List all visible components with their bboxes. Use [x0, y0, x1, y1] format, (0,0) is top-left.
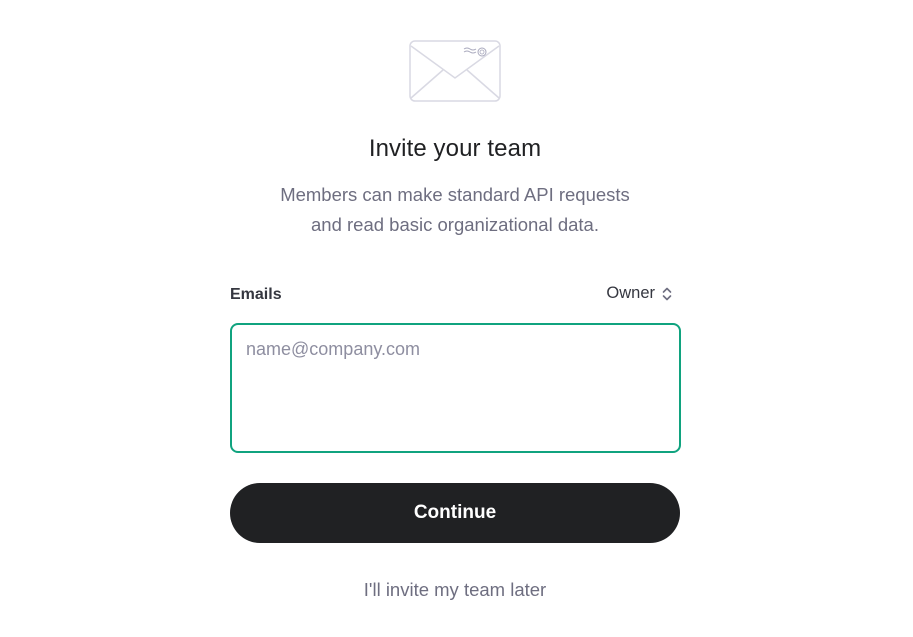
emails-input[interactable]	[232, 325, 679, 451]
subtitle-line: and read basic organizational data.	[311, 214, 599, 235]
page-subtitle: Members can make standard API requests a…	[0, 180, 910, 240]
subtitle-line: Members can make standard API requests	[280, 184, 630, 205]
chevron-up-down-icon	[662, 287, 672, 300]
role-select[interactable]: Owner	[606, 284, 673, 303]
emails-label: Emails	[230, 286, 282, 303]
invite-later-link[interactable]: I'll invite my team later	[0, 579, 910, 601]
invite-team-page: Invite your team Members can make standa…	[0, 0, 913, 637]
role-select-value: Owner	[606, 284, 655, 302]
emails-field-container	[230, 323, 681, 453]
page-title: Invite your team	[368, 135, 542, 162]
envelope-icon	[409, 40, 501, 102]
continue-button[interactable]: Continue	[230, 483, 680, 543]
